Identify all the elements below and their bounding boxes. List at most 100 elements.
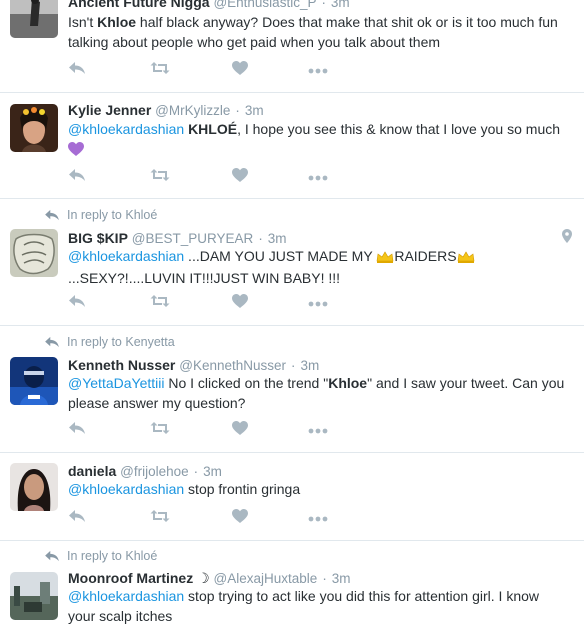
avatar[interactable] bbox=[10, 357, 58, 405]
purple-heart-icon bbox=[68, 141, 84, 162]
tweet[interactable]: In reply to Khloé BIG $KIP @BEST_PURYEAR… bbox=[0, 198, 584, 326]
crown-icon bbox=[457, 249, 475, 269]
reply-icon bbox=[68, 168, 86, 187]
author-name[interactable]: Kylie Jenner bbox=[68, 102, 151, 118]
reply-icon bbox=[68, 61, 86, 80]
more-icon bbox=[308, 168, 328, 186]
timestamp[interactable]: 3m bbox=[245, 103, 264, 118]
tweet-actions bbox=[68, 508, 338, 527]
reply-button[interactable] bbox=[68, 61, 86, 79]
retweet-button[interactable] bbox=[150, 509, 170, 527]
author-name[interactable]: Moonroof Martinez ☽ bbox=[68, 570, 210, 586]
separator: · bbox=[322, 570, 327, 586]
text-segment: Isn't bbox=[68, 14, 98, 30]
heart-icon bbox=[232, 167, 248, 187]
separator: · bbox=[321, 0, 327, 10]
author-name[interactable]: Ancient Future Nigga bbox=[68, 0, 210, 10]
mention-link[interactable]: @khloekardashian bbox=[68, 588, 184, 604]
text-segment: , I hope you see this & know that I love… bbox=[237, 121, 561, 137]
in-reply-to-label: In reply to Kenyetta bbox=[67, 335, 175, 349]
more-button[interactable] bbox=[308, 421, 328, 439]
mention-link[interactable]: @khloekardashian bbox=[68, 481, 184, 497]
avatar[interactable] bbox=[10, 572, 58, 620]
reply-button[interactable] bbox=[68, 294, 86, 312]
retweet-icon bbox=[150, 168, 170, 187]
tweet-actions bbox=[68, 420, 338, 440]
like-button[interactable] bbox=[232, 508, 248, 527]
more-icon bbox=[308, 294, 328, 312]
crown-icon bbox=[376, 249, 394, 269]
author-handle[interactable]: @KennethNusser bbox=[179, 358, 286, 373]
tweet[interactable]: Kylie Jenner @MrKylizzle · 3m @khloekard… bbox=[0, 92, 584, 199]
tweet[interactable]: In reply to Kenyetta Kenneth Nusser @Ken… bbox=[0, 325, 584, 453]
more-button[interactable] bbox=[308, 61, 328, 79]
tweet[interactable]: In reply to Khloé Moonroof Martinez ☽ @A… bbox=[0, 540, 584, 624]
like-button[interactable] bbox=[232, 293, 248, 313]
in-reply-to-label: In reply to Khloé bbox=[67, 549, 158, 563]
reply-icon bbox=[44, 209, 60, 221]
mention-link[interactable]: @YettaDaYettiii bbox=[68, 375, 164, 391]
tweet-actions bbox=[68, 293, 338, 313]
retweet-button[interactable] bbox=[150, 168, 170, 186]
avatar[interactable] bbox=[10, 229, 58, 277]
retweet-button[interactable] bbox=[150, 61, 170, 79]
author-name[interactable]: BIG $KIP bbox=[68, 230, 128, 246]
text-segment: ...DAM YOU JUST MADE MY bbox=[184, 248, 377, 264]
reply-icon bbox=[68, 509, 86, 528]
reply-button[interactable] bbox=[68, 168, 86, 186]
separator: · bbox=[258, 230, 263, 246]
separator: · bbox=[290, 357, 296, 373]
more-button[interactable] bbox=[308, 168, 328, 186]
separator: · bbox=[193, 463, 199, 479]
heart-icon bbox=[232, 293, 248, 313]
tweet-text: @YettaDaYettiii No I clicked on the tren… bbox=[68, 374, 568, 413]
timestamp[interactable]: 3m bbox=[332, 571, 351, 586]
timestamp[interactable]: 3m bbox=[268, 231, 287, 246]
text-segment: half black anyway? Does that make that s… bbox=[68, 14, 558, 50]
avatar[interactable] bbox=[10, 463, 58, 511]
in-reply-to-label: In reply to Khloé bbox=[67, 208, 158, 222]
tweet-text: @khloekardashian stop frontin gringa bbox=[68, 480, 568, 500]
like-button[interactable] bbox=[232, 60, 248, 79]
in-reply-to[interactable]: In reply to Khloé bbox=[44, 207, 157, 223]
tweet[interactable]: Ancient Future Nigga @Enthusiastic_P · 3… bbox=[0, 0, 584, 93]
tweet-text: @khloekardashian KHLOÉ, I hope you see t… bbox=[68, 120, 568, 161]
timestamp[interactable]: 3m bbox=[203, 464, 222, 479]
retweet-button[interactable] bbox=[150, 421, 170, 439]
author-handle[interactable]: @BEST_PURYEAR bbox=[132, 231, 254, 246]
reply-button[interactable] bbox=[68, 421, 86, 439]
more-icon bbox=[308, 509, 328, 527]
avatar[interactable] bbox=[10, 104, 58, 152]
timestamp[interactable]: 3m bbox=[331, 0, 350, 10]
location-pin-icon[interactable] bbox=[562, 229, 572, 248]
tweet-actions bbox=[68, 167, 338, 187]
keyword-highlight: Khloe bbox=[328, 375, 368, 391]
like-button[interactable] bbox=[232, 420, 248, 440]
timestamp[interactable]: 3m bbox=[300, 358, 319, 373]
tweet[interactable]: daniela @frijolehoe · 3m @khloekardashia… bbox=[0, 452, 584, 541]
in-reply-to[interactable]: In reply to Khloé bbox=[44, 548, 157, 564]
reply-button[interactable] bbox=[68, 509, 86, 527]
author-handle[interactable]: @Enthusiastic_P bbox=[213, 0, 316, 10]
in-reply-to[interactable]: In reply to Kenyetta bbox=[44, 334, 175, 350]
like-button[interactable] bbox=[232, 167, 248, 187]
author-handle[interactable]: @MrKylizzle bbox=[155, 103, 230, 118]
author-name[interactable]: daniela bbox=[68, 463, 116, 479]
more-button[interactable] bbox=[308, 509, 328, 527]
mention-link[interactable]: @khloekardashian bbox=[68, 248, 184, 264]
author-handle[interactable]: @frijolehoe bbox=[120, 464, 189, 479]
retweet-button[interactable] bbox=[150, 294, 170, 312]
author-name[interactable]: Kenneth Nusser bbox=[68, 357, 175, 373]
retweet-icon bbox=[150, 509, 170, 528]
reply-icon bbox=[68, 294, 86, 313]
author-handle[interactable]: @AlexajHuxtable bbox=[214, 571, 318, 586]
tweet-text: Isn't Khloe half black anyway? Does that… bbox=[68, 13, 568, 52]
text-segment: RAIDERS bbox=[394, 248, 457, 264]
mention-link[interactable]: @khloekardashian bbox=[68, 121, 184, 137]
avatar[interactable] bbox=[10, 0, 58, 38]
more-button[interactable] bbox=[308, 294, 328, 312]
heart-icon bbox=[232, 420, 248, 440]
more-icon bbox=[308, 421, 328, 439]
text-segment: ...SEXY?!....LUVIN IT!!!JUST WIN BABY! !… bbox=[68, 269, 341, 286]
retweet-icon bbox=[150, 61, 170, 80]
